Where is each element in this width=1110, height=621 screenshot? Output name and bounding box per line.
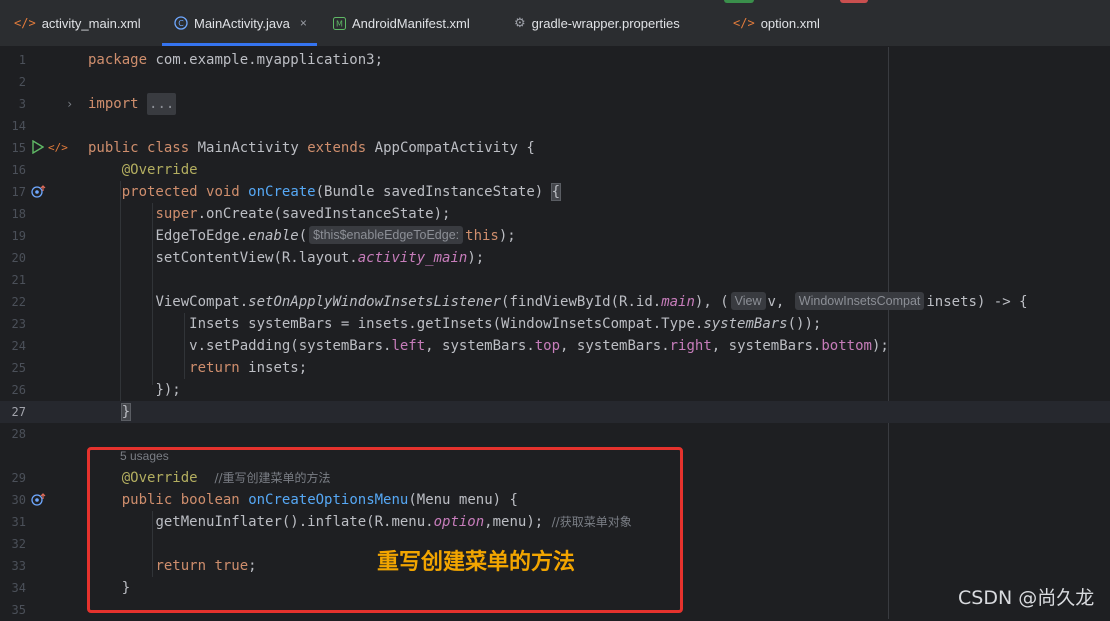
svg-text:M: M <box>336 19 343 28</box>
tab-main-activity-java[interactable]: C MainActivity.java × <box>162 0 317 46</box>
override-method-icon[interactable] <box>31 185 47 202</box>
code-line: 18 super.onCreate(savedInstanceState); <box>11 206 451 222</box>
code-editor[interactable]: 1 package com.example.myapplication3; 2 … <box>0 47 1110 619</box>
code-line: 28 <box>11 427 26 441</box>
code-line: 1 package com.example.myapplication3; <box>18 52 384 68</box>
tab-option-xml[interactable]: </> option.xml <box>733 0 820 46</box>
code-line: 17 protected void onCreate(Bundle savedI… <box>11 183 562 202</box>
code-line: 14 <box>11 119 26 133</box>
override-method-icon[interactable] <box>31 493 47 510</box>
code-line: 23 Insets systemBars = insets.getInsets(… <box>11 316 822 332</box>
code-line: 26 }); <box>11 382 181 398</box>
editor-tab-bar: </> activity_main.xml C MainActivity.jav… <box>0 0 1110 47</box>
highlight-box <box>87 447 683 613</box>
tab-label: MainActivity.java <box>194 15 290 31</box>
code-line: 19 EdgeToEdge.enable($this$enableEdgeToE… <box>11 226 516 244</box>
top-status-accent-red <box>840 0 868 3</box>
code-line: 25 return insets; <box>11 360 308 376</box>
code-line: 24 v.setPadding(systemBars.left, systemB… <box>11 338 889 354</box>
current-code-line: 27 } <box>0 401 1110 423</box>
layout-xml-icon[interactable]: </> <box>48 141 68 155</box>
tab-label: AndroidManifest.xml <box>352 15 470 31</box>
code-line: 16 @Override <box>11 162 198 178</box>
xml-code-icon: </> <box>14 16 36 30</box>
xml-code-icon: </> <box>733 16 755 30</box>
tab-gradle-wrapper-properties[interactable]: ⚙ gradle-wrapper.properties <box>514 0 680 46</box>
tab-label: gradle-wrapper.properties <box>531 15 680 31</box>
tab-android-manifest[interactable]: M AndroidManifest.xml <box>333 0 470 46</box>
gear-icon: ⚙ <box>514 15 526 31</box>
folded-imports[interactable]: ... <box>147 93 177 115</box>
class-c-icon: C <box>174 16 188 30</box>
code-line: 21 <box>11 273 26 287</box>
type-hint: WindowInsetsCompat <box>794 292 925 310</box>
code-line: 3 › import ... <box>0 93 1110 115</box>
code-line: 20 setContentView(R.layout.activity_main… <box>11 250 485 266</box>
code-line: 22 ViewCompat.setOnApplyWindowInsetsList… <box>11 292 1028 310</box>
tab-activity-main-xml[interactable]: </> activity_main.xml <box>14 0 141 46</box>
close-icon[interactable]: × <box>300 16 307 30</box>
code-line: 2 <box>18 75 26 89</box>
parameter-hint: $this$enableEdgeToEdge: <box>309 226 464 244</box>
code-line: 15 </> public class MainActivity extends… <box>11 139 535 157</box>
watermark: CSDN @尚久龙 <box>958 587 1095 609</box>
tab-label: activity_main.xml <box>41 15 141 31</box>
annotation-label: 重写创建菜单的方法 <box>377 550 576 575</box>
fold-expand-icon[interactable]: › <box>66 97 73 111</box>
tab-label: option.xml <box>760 15 820 31</box>
svg-text:C: C <box>178 19 184 28</box>
type-hint: View <box>730 292 766 310</box>
manifest-icon: M <box>333 16 346 30</box>
run-icon[interactable] <box>32 139 45 157</box>
